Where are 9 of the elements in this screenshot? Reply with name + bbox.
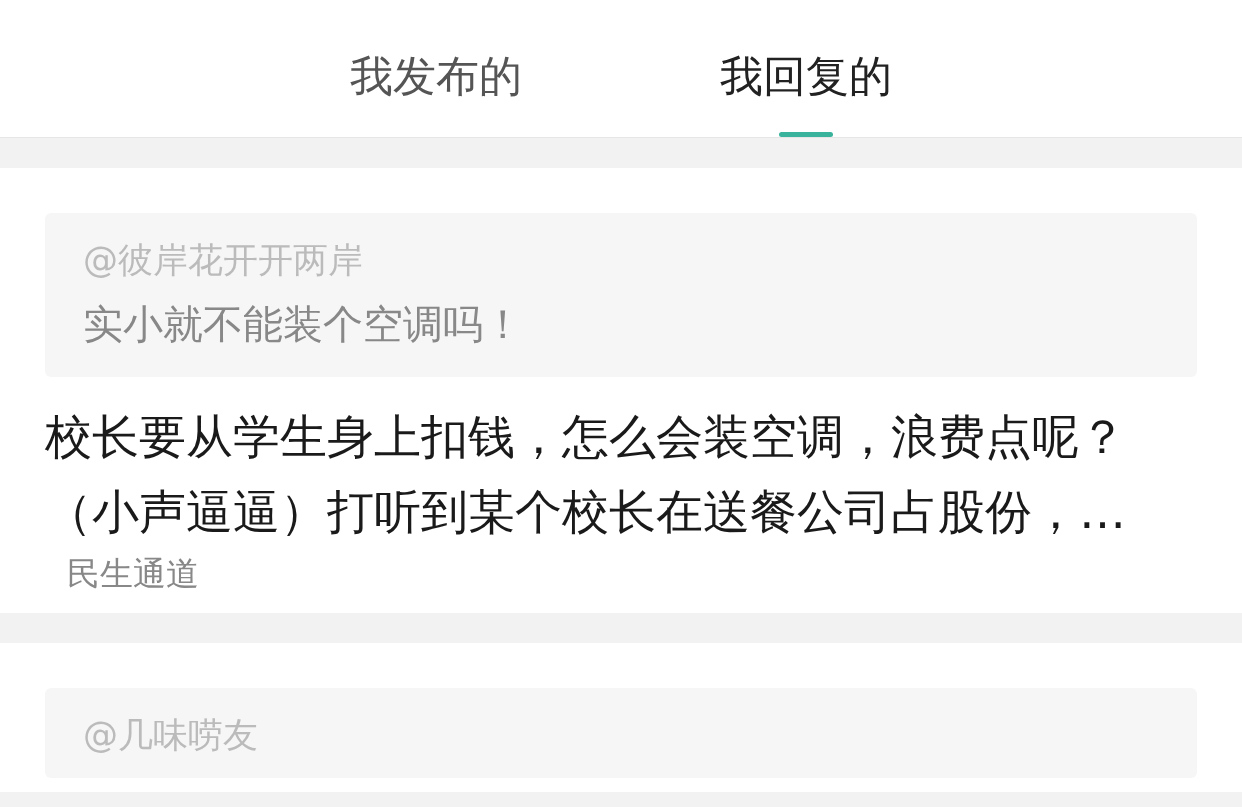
channel-label: 民生通道	[67, 553, 200, 595]
reply-text: 校长要从学生身上扣钱，怎么会装空调，浪费点呢？（小声逼逼）打听到某个校长在送餐公司占股份，…	[45, 408, 1127, 541]
tab[interactable]: 我回复的	[716, 0, 896, 137]
quoted-text: 实小就不能装个空调吗！	[83, 300, 524, 349]
quoted-author: @几味唠友	[83, 714, 259, 757]
tab[interactable]: 我发布的	[346, 0, 526, 137]
tab-indicator	[779, 132, 833, 137]
quoted-author: @彼岸花开开两岸	[83, 239, 364, 282]
reply-card[interactable]: @彼岸花开开两岸 实小就不能装个空调吗！ 校长要从学生身上扣钱，怎么会装空调，浪费点呢？（小声逼逼）打听到某个校长在送餐公司占股份，… 民生通道	[0, 168, 1242, 613]
